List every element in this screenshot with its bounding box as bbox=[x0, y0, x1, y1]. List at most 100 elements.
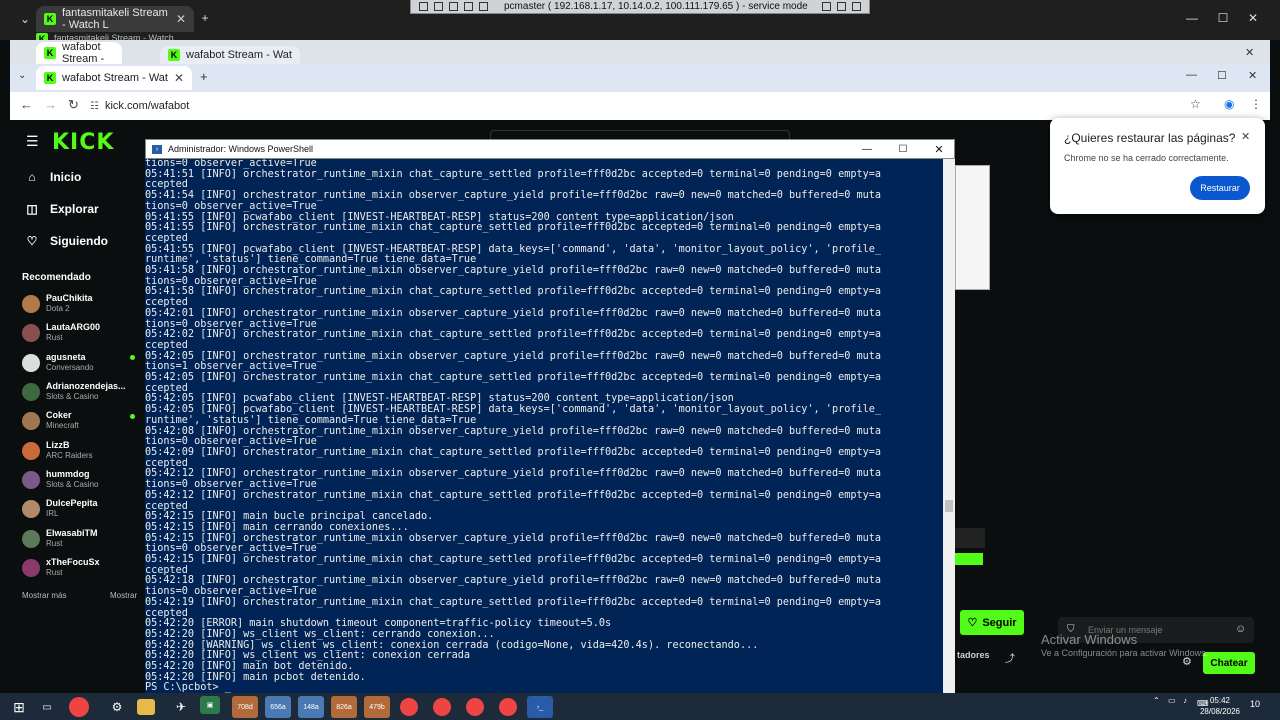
restore-button[interactable]: Restaurar bbox=[1190, 176, 1250, 200]
chrome-icon[interactable] bbox=[466, 698, 484, 716]
chat-send-button[interactable]: Chatear bbox=[1203, 652, 1255, 674]
back-icon[interactable]: ← bbox=[20, 97, 33, 112]
close-icon[interactable]: ✕ bbox=[1241, 130, 1250, 143]
minimize-icon[interactable]: — bbox=[852, 144, 882, 155]
remote-restore-icon[interactable] bbox=[837, 2, 846, 11]
remote-tool-icon[interactable] bbox=[464, 2, 473, 11]
tray-expand-icon[interactable]: ⌃ bbox=[1153, 695, 1160, 706]
tab-wafabot-mid[interactable]: K wafabot Stream - bbox=[36, 41, 122, 65]
notification-count: 10 bbox=[1250, 699, 1261, 709]
follow-button[interactable]: ♡ Seguir bbox=[960, 610, 1024, 635]
chrome-icon[interactable] bbox=[400, 698, 418, 716]
tab-title: wafabot Stream - Watch Live o bbox=[186, 49, 292, 61]
tab-search-button[interactable]: ⌄ bbox=[18, 70, 26, 81]
nav-siguiendo[interactable]: ♡ Siguiendo bbox=[26, 234, 108, 248]
site-info-icon[interactable]: ☷ bbox=[90, 101, 99, 112]
clock[interactable]: 05:42 28/08/2026 bbox=[1198, 695, 1242, 717]
pinned-app-icon[interactable]: 479b bbox=[364, 696, 390, 718]
close-window-icon[interactable]: ✕ bbox=[924, 143, 954, 156]
powershell-titlebar[interactable]: › Administrador: Windows PowerShell — ☐ … bbox=[145, 139, 955, 159]
pinned-app-icon[interactable]: 708d bbox=[232, 696, 258, 718]
channel-item[interactable]: agusneta Conversando bbox=[22, 352, 94, 373]
app-icon[interactable]: ⚙ bbox=[104, 696, 130, 718]
nav-label: Explorar bbox=[50, 202, 99, 216]
new-tab-icon[interactable]: + bbox=[190, 11, 220, 25]
app-icon[interactable]: ✈ bbox=[168, 696, 194, 718]
tab-wafabot-active[interactable]: K wafabot Stream - Watch Live o ✕ bbox=[36, 66, 192, 90]
live-dot bbox=[130, 355, 135, 360]
channel-item[interactable]: LautaARG00 Rust bbox=[22, 322, 100, 343]
channel-item[interactable]: Adrianozendejas... Slots & Casino bbox=[22, 381, 126, 402]
forward-icon[interactable]: → bbox=[44, 97, 57, 112]
kick-favicon: K bbox=[44, 72, 56, 84]
close-window-icon[interactable]: ✕ bbox=[1245, 46, 1254, 59]
windows-start-icon[interactable]: ⊞ bbox=[6, 696, 32, 718]
hamburger-icon[interactable]: ☰ bbox=[26, 133, 39, 150]
channel-item[interactable]: hummdog Slots & Casino bbox=[22, 469, 98, 490]
maximize-icon[interactable]: ☐ bbox=[888, 144, 918, 155]
kick-favicon: K bbox=[44, 13, 56, 25]
scrollbar-thumb[interactable] bbox=[945, 500, 953, 512]
notification-icon[interactable]: 10 bbox=[1250, 699, 1260, 710]
close-icon[interactable]: ✕ bbox=[176, 12, 186, 26]
channel-name: Coker bbox=[46, 410, 72, 420]
remote-tool-icon[interactable] bbox=[434, 2, 443, 11]
kick-logo[interactable]: KICK bbox=[52, 130, 114, 155]
background-element bbox=[955, 528, 985, 548]
channel-item[interactable]: ElwasabiTM Rust bbox=[22, 528, 98, 549]
address-bar[interactable]: ☷ kick.com/wafabot bbox=[90, 95, 1210, 117]
remote-session-banner: pcmaster ( 192.168.1.17, 10.14.0.2, 100.… bbox=[410, 0, 870, 14]
nav-inicio[interactable]: ⌂ Inicio bbox=[26, 170, 81, 184]
profile-icon[interactable]: ◉ bbox=[1224, 97, 1234, 111]
channel-category: Slots & Casino bbox=[46, 392, 99, 401]
viewers-label: tadores bbox=[957, 650, 990, 660]
remote-tool-icon[interactable] bbox=[479, 2, 488, 11]
minimize-icon[interactable]: — bbox=[1186, 69, 1197, 81]
remote-close-icon[interactable] bbox=[852, 2, 861, 11]
close-icon[interactable]: ✕ bbox=[174, 71, 184, 85]
console-line: 05:42:09 [INFO] orchestrator_runtime_mix… bbox=[145, 446, 882, 458]
remote-minimize-icon[interactable] bbox=[822, 2, 831, 11]
close-window-icon[interactable]: ✕ bbox=[1238, 11, 1268, 25]
channel-name: agusneta bbox=[46, 352, 86, 362]
volume-icon[interactable]: ♪ bbox=[1183, 695, 1187, 706]
emoji-icon[interactable]: ☺ bbox=[1235, 623, 1246, 635]
file-explorer-icon[interactable] bbox=[137, 699, 155, 715]
chrome-icon[interactable] bbox=[433, 698, 451, 716]
tab-fantasmitakeli[interactable]: K fantasmitakeli Stream - Watch L ✕ bbox=[36, 6, 194, 32]
powershell-taskbar-icon[interactable]: ›_ bbox=[527, 696, 553, 718]
menu-kebab-icon[interactable]: ⋮ bbox=[1250, 97, 1262, 111]
reload-icon[interactable]: ↻ bbox=[68, 97, 79, 113]
minimize-icon[interactable]: — bbox=[1177, 11, 1207, 25]
remote-tool-icon[interactable] bbox=[449, 2, 458, 11]
maximize-icon[interactable]: ☐ bbox=[1208, 11, 1238, 25]
network-icon[interactable]: ▭ bbox=[1168, 695, 1176, 706]
chrome-icon[interactable] bbox=[499, 698, 517, 716]
bookmark-star-icon[interactable]: ☆ bbox=[1190, 97, 1201, 111]
remote-tool-icon[interactable] bbox=[419, 2, 428, 11]
close-window-icon[interactable]: ✕ bbox=[1248, 69, 1257, 82]
nav-explorar[interactable]: ◫ Explorar bbox=[26, 202, 99, 216]
maximize-icon[interactable]: ☐ bbox=[1217, 69, 1227, 82]
powershell-console[interactable]: tions=0 observer_active=True 05:41:51 [IN… bbox=[145, 159, 955, 693]
channel-item[interactable]: PauChikita Dota 2 bbox=[22, 293, 93, 314]
channel-item[interactable]: xTheFocuSx Rust bbox=[22, 557, 100, 578]
new-tab-icon[interactable]: + bbox=[200, 69, 208, 84]
pinned-app-icon[interactable]: 826a bbox=[331, 696, 357, 718]
task-view-icon[interactable]: ▭ bbox=[34, 696, 60, 718]
chrome-icon[interactable] bbox=[69, 697, 89, 717]
channel-item[interactable]: LizzB ARC Raiders bbox=[22, 440, 93, 461]
console-scrollbar[interactable] bbox=[943, 159, 955, 693]
powershell-title: Administrador: Windows PowerShell bbox=[168, 144, 314, 154]
pinned-app-icon[interactable]: 148a bbox=[298, 696, 324, 718]
share-icon[interactable]: ⤴ bbox=[1005, 650, 1015, 665]
app-icon[interactable]: ▣ bbox=[200, 696, 220, 714]
tab-wafabot-mid-2[interactable]: K wafabot Stream - Watch Live o bbox=[160, 46, 300, 64]
show-more-link-2[interactable]: Mostrar bbox=[110, 591, 137, 600]
channel-item[interactable]: Coker Minecraft bbox=[22, 410, 79, 431]
console-line: 05:41:58 [INFO] orchestrator_runtime_mix… bbox=[145, 286, 882, 298]
channel-item[interactable]: DulcePepita IRL bbox=[22, 498, 98, 519]
pinned-app-icon[interactable]: 656a bbox=[265, 696, 291, 718]
show-more-link[interactable]: Mostrar más bbox=[22, 591, 66, 600]
clock-date: 28/08/2026 bbox=[1199, 707, 1241, 716]
